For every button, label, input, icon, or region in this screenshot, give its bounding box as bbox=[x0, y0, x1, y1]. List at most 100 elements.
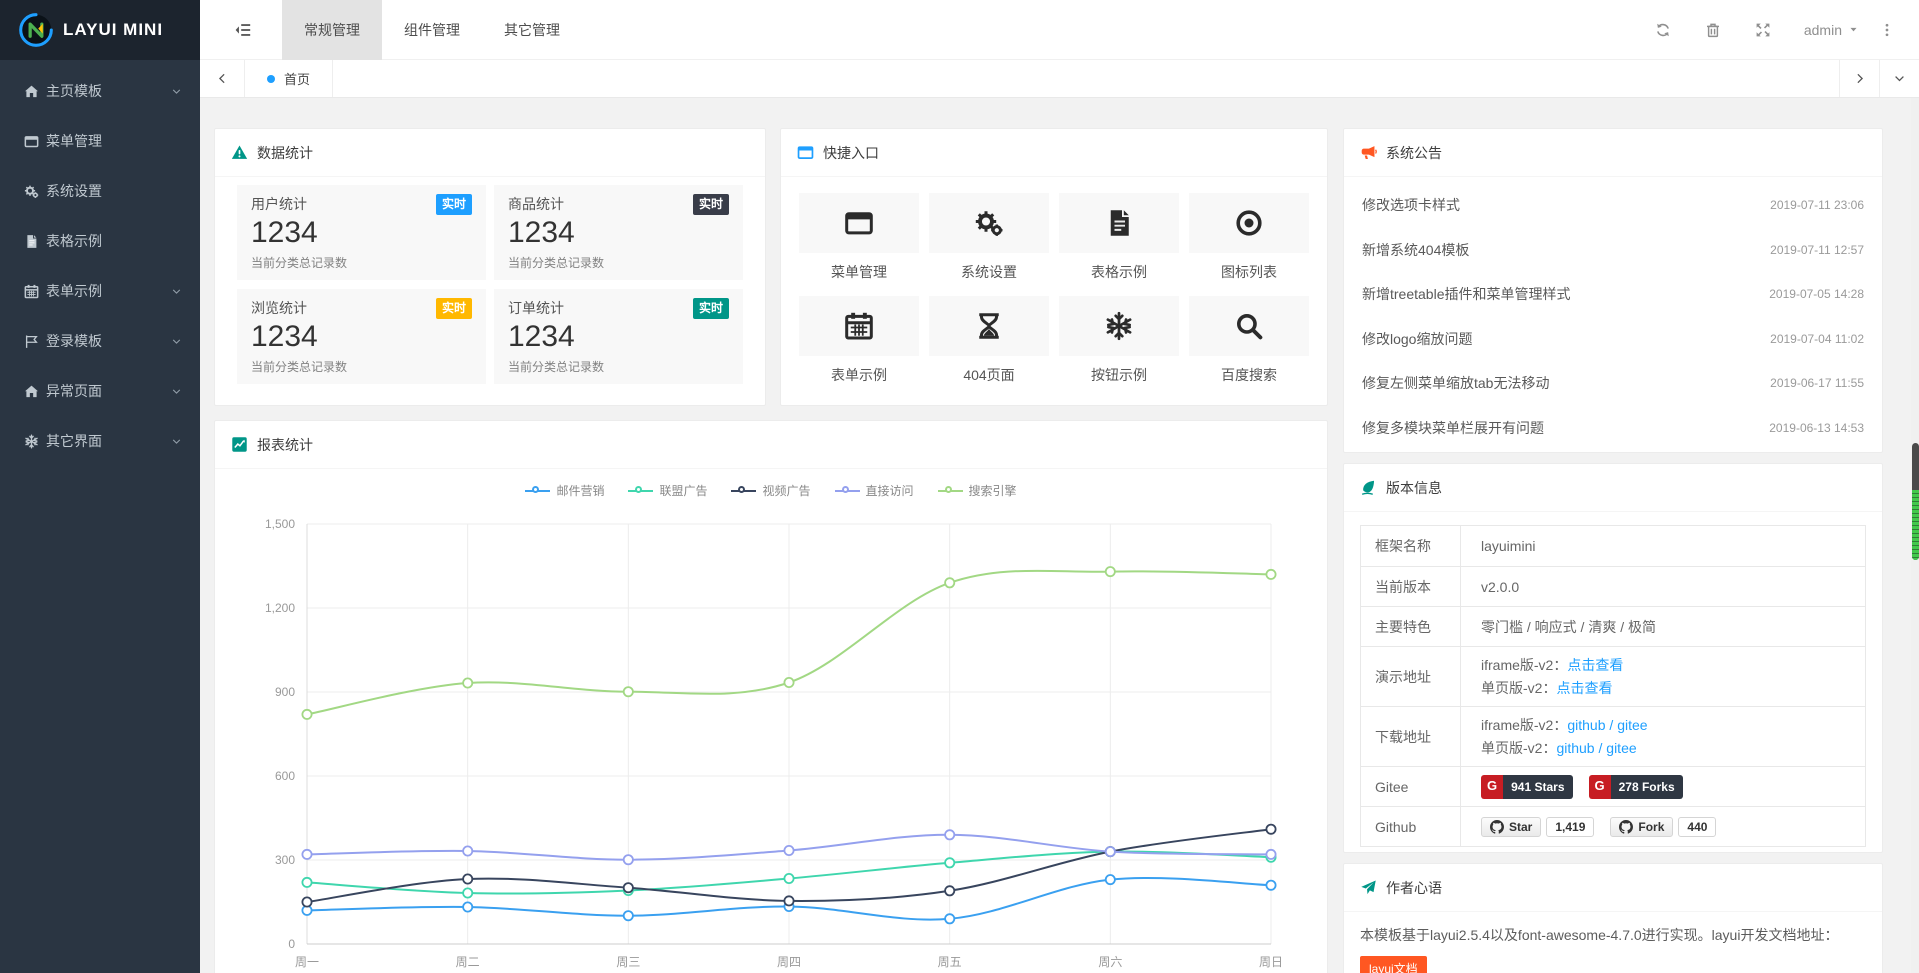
link-gitee[interactable]: gitee bbox=[1617, 717, 1647, 733]
warning-icon bbox=[231, 144, 248, 161]
tabs-menu-button[interactable] bbox=[1879, 60, 1919, 97]
gitee-badge[interactable]: G278 Forks bbox=[1589, 775, 1683, 799]
link-点击查看[interactable]: 点击查看 bbox=[1556, 680, 1612, 696]
svg-text:周五: 周五 bbox=[938, 955, 962, 969]
svg-text:周三: 周三 bbox=[616, 955, 640, 969]
legend-label: 邮件营销 bbox=[556, 482, 604, 499]
sidebar-item-label: 登录模板 bbox=[46, 331, 102, 351]
announcement-row[interactable]: 修改logo缩放问题2019-07-04 11:02 bbox=[1344, 317, 1882, 362]
version-row-label: 框架名称 bbox=[1361, 526, 1461, 566]
paper-plane-icon bbox=[1360, 879, 1377, 896]
layui-docs-badge[interactable]: layui文档 bbox=[1360, 956, 1427, 973]
sidebar-item-system-setting[interactable]: 系统设置 bbox=[0, 166, 200, 216]
stat-badge: 实时 bbox=[436, 298, 472, 319]
legend-item-邮件营销[interactable]: 邮件营销 bbox=[525, 482, 604, 499]
window-icon bbox=[799, 193, 919, 253]
gitee-logo-icon: G bbox=[1481, 775, 1503, 799]
svg-text:周一: 周一 bbox=[295, 955, 319, 969]
link-github[interactable]: github bbox=[1556, 740, 1594, 756]
quick-grid: 菜单管理系统设置表格示例图标列表表单示例404页面按钮示例百度搜索 bbox=[781, 177, 1327, 401]
announcement-row[interactable]: 修复多模块菜单栏展开有问题2019-06-13 14:53 bbox=[1344, 406, 1882, 451]
version-link-line: 单页版-v2：点击查看 bbox=[1481, 678, 1857, 698]
version-card-header: 版本信息 bbox=[1344, 464, 1882, 512]
legend-item-联盟广告[interactable]: 联盟广告 bbox=[628, 482, 707, 499]
quick-entry-菜单管理[interactable]: 菜单管理 bbox=[799, 193, 919, 282]
gitee-badge[interactable]: G941 Stars bbox=[1481, 775, 1573, 799]
announcement-row[interactable]: 新增系统404模板2019-07-11 12:57 bbox=[1344, 228, 1882, 273]
clear-cache-button[interactable] bbox=[1688, 22, 1738, 38]
sidebar-item-error-page[interactable]: 异常页面 bbox=[0, 366, 200, 416]
quick-entry-表格示例[interactable]: 表格示例 bbox=[1059, 193, 1179, 282]
chevron-down-icon bbox=[171, 86, 182, 97]
github-badge-label: Star bbox=[1509, 820, 1532, 834]
scrollbar-thumb[interactable] bbox=[1912, 443, 1919, 560]
quick-entry-label: 菜单管理 bbox=[799, 262, 919, 282]
logo[interactable]: LAYUI MINI bbox=[0, 0, 200, 60]
nav-tab-2[interactable]: 其它管理 bbox=[482, 0, 582, 60]
link-prefix: 单页版-v2： bbox=[1481, 740, 1556, 756]
line-chart: 03006009001,2001,500周一周二周三周四周五周六周日 bbox=[215, 508, 1327, 973]
cogs-icon bbox=[24, 184, 46, 199]
sidebar-item-table-demo[interactable]: 表格示例 bbox=[0, 216, 200, 266]
quick-entry-图标列表[interactable]: 图标列表 bbox=[1189, 193, 1309, 282]
sidebar-item-label: 表单示例 bbox=[46, 281, 102, 301]
author-card-title: 作者心语 bbox=[1386, 878, 1442, 898]
home-icon bbox=[24, 84, 46, 99]
menu-fold-button[interactable] bbox=[200, 21, 282, 39]
svg-text:周二: 周二 bbox=[456, 955, 480, 969]
announcement-row[interactable]: 修改选项卡样式2019-07-11 23:06 bbox=[1344, 183, 1882, 228]
version-row-value: iframe版-v2：点击查看单页版-v2：点击查看 bbox=[1461, 647, 1865, 706]
stat-caption: 当前分类总记录数 bbox=[251, 254, 472, 271]
tabs-scroll-right-button[interactable] bbox=[1839, 60, 1879, 97]
link-github[interactable]: github bbox=[1567, 717, 1605, 733]
stat-value: 1234 bbox=[508, 215, 729, 251]
nav-tab-1[interactable]: 组件管理 bbox=[382, 0, 482, 60]
legend-item-直接访问[interactable]: 直接访问 bbox=[835, 482, 914, 499]
tabs-scroll-left-button[interactable] bbox=[200, 60, 245, 97]
quick-card-header: 快捷入口 bbox=[781, 129, 1327, 177]
svg-text:周六: 周六 bbox=[1098, 955, 1122, 969]
sidebar-item-other-ui[interactable]: 其它界面 bbox=[0, 416, 200, 466]
announcement-row[interactable]: 修复左侧菜单缩放tab无法移动2019-06-17 11:55 bbox=[1344, 361, 1882, 406]
user-menu[interactable]: admin bbox=[1804, 22, 1859, 38]
sidebar-item-menu-manage[interactable]: 菜单管理 bbox=[0, 116, 200, 166]
link-gitee[interactable]: gitee bbox=[1606, 740, 1636, 756]
more-menu-button[interactable] bbox=[1865, 22, 1903, 38]
refresh-button[interactable] bbox=[1638, 22, 1688, 38]
stat-badge: 实时 bbox=[693, 298, 729, 319]
tab-home[interactable]: 首页 bbox=[245, 60, 333, 97]
quick-entry-card: 快捷入口 菜单管理系统设置表格示例图标列表表单示例404页面按钮示例百度搜索 bbox=[780, 128, 1328, 406]
github-badge[interactable]: Fork440 bbox=[1610, 817, 1716, 837]
leaf-icon bbox=[1360, 479, 1377, 496]
announcement-row[interactable]: 新增treetable插件和菜单管理样式2019-07-05 14:28 bbox=[1344, 272, 1882, 317]
link-点击查看[interactable]: 点击查看 bbox=[1567, 657, 1623, 673]
quick-entry-系统设置[interactable]: 系统设置 bbox=[929, 193, 1049, 282]
author-card: 作者心语 本模板基于layui2.5.4以及font-awesome-4.7.0… bbox=[1343, 863, 1883, 973]
version-link-line: iframe版-v2：github / gitee bbox=[1481, 715, 1857, 735]
sidebar-item-home-template[interactable]: 主页模板 bbox=[0, 66, 200, 116]
version-row-label: 主要特色 bbox=[1361, 607, 1461, 646]
nav-tab-0[interactable]: 常规管理 bbox=[282, 0, 382, 60]
quick-entry-按钮示例[interactable]: 按钮示例 bbox=[1059, 296, 1179, 385]
version-link-line: 单页版-v2：github / gitee bbox=[1481, 738, 1857, 758]
sidebar-item-login-template[interactable]: 登录模板 bbox=[0, 316, 200, 366]
version-row-label: 下载地址 bbox=[1361, 707, 1461, 766]
version-link-line: iframe版-v2：点击查看 bbox=[1481, 655, 1857, 675]
legend-item-视频广告[interactable]: 视频广告 bbox=[731, 482, 810, 499]
legend-item-搜索引擎[interactable]: 搜索引擎 bbox=[938, 482, 1017, 499]
sidebar-item-form-demo[interactable]: 表单示例 bbox=[0, 266, 200, 316]
quick-entry-404页面[interactable]: 404页面 bbox=[929, 296, 1049, 385]
quick-entry-百度搜索[interactable]: 百度搜索 bbox=[1189, 296, 1309, 385]
link-prefix: 单页版-v2： bbox=[1481, 680, 1556, 696]
file-icon bbox=[24, 234, 46, 249]
announcement-card: 系统公告 修改选项卡样式2019-07-11 23:06新增系统404模板201… bbox=[1343, 128, 1883, 453]
quick-entry-表单示例[interactable]: 表单示例 bbox=[799, 296, 919, 385]
github-badge[interactable]: Star1,419 bbox=[1481, 817, 1594, 837]
scrollbar[interactable] bbox=[1911, 98, 1919, 973]
version-row-value: Star1,419 Fork440 bbox=[1461, 807, 1865, 846]
report-card-header: 报表统计 bbox=[215, 421, 1327, 469]
chevron-down-icon bbox=[171, 286, 182, 297]
stat-caption: 当前分类总记录数 bbox=[508, 358, 729, 375]
fullscreen-button[interactable] bbox=[1738, 22, 1788, 38]
announcement-date: 2019-06-17 11:55 bbox=[1770, 376, 1864, 390]
